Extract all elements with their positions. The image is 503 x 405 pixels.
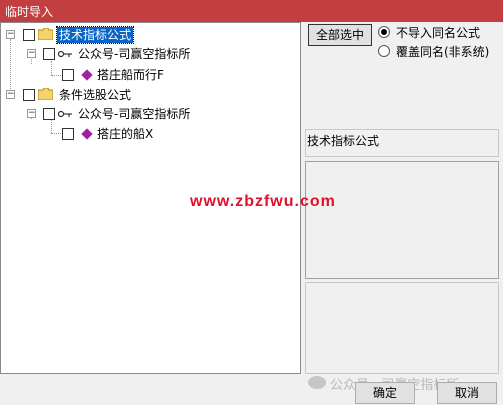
folder-icon <box>38 28 53 40</box>
tree-node-formula[interactable]: 搭庄船而行F <box>1 67 301 83</box>
collapse-toggle[interactable]: − <box>6 90 15 99</box>
tree-node-category[interactable]: − 条件选股公式 <box>1 87 301 103</box>
node-checkbox[interactable] <box>23 89 35 101</box>
key-icon <box>58 110 72 118</box>
category-panel: 技术指标公式 <box>305 129 499 157</box>
node-label: 条件选股公式 <box>59 88 132 102</box>
tree-node-author[interactable]: − 公众号-司赢空指标所 <box>1 106 301 122</box>
node-checkbox[interactable] <box>43 108 55 120</box>
key-icon <box>58 50 72 58</box>
title-bar: 临时导入 <box>0 0 503 22</box>
node-label: 技术指标公式 <box>55 26 135 44</box>
formula-icon <box>81 128 93 140</box>
node-label: 搭庄的船X <box>97 127 154 141</box>
node-checkbox[interactable] <box>43 48 55 60</box>
site-watermark: www.zbzfwu.com <box>190 193 336 210</box>
node-checkbox[interactable] <box>62 69 74 81</box>
overwrite-radio[interactable] <box>378 45 390 57</box>
tree-node-author[interactable]: − 公众号-司赢空指标所 <box>1 46 301 62</box>
skip-duplicate-label: 不导入同名公式 <box>396 26 481 40</box>
node-label: 搭庄船而行F <box>97 68 164 82</box>
description-panel <box>305 161 499 279</box>
skip-duplicate-radio[interactable] <box>378 26 390 38</box>
info-panel <box>305 282 499 374</box>
collapse-toggle[interactable]: − <box>6 30 15 39</box>
collapse-toggle[interactable]: − <box>27 49 36 58</box>
cancel-button[interactable]: 取消 <box>437 382 497 404</box>
folder-icon <box>38 88 53 100</box>
node-label: 公众号-司赢空指标所 <box>78 47 191 61</box>
category-label: 技术指标公式 <box>307 134 380 148</box>
window-title: 临时导入 <box>5 5 54 19</box>
node-label: 公众号-司赢空指标所 <box>78 107 191 121</box>
select-all-button[interactable]: 全部选中 <box>308 24 372 46</box>
ok-button[interactable]: 确定 <box>355 382 415 404</box>
collapse-toggle[interactable]: − <box>27 109 36 118</box>
tree-node-category[interactable]: − 技术指标公式 <box>1 26 301 44</box>
formula-icon <box>81 69 93 81</box>
overwrite-label: 覆盖同名(非系统) <box>396 45 490 59</box>
node-checkbox[interactable] <box>62 128 74 140</box>
node-checkbox[interactable] <box>23 29 35 41</box>
wechat-icon <box>308 376 326 389</box>
tree-node-formula[interactable]: 搭庄的船X <box>1 126 301 142</box>
